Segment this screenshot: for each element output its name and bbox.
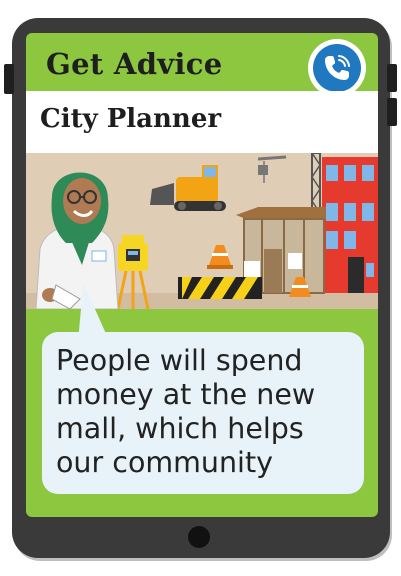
tablet-side-button (4, 64, 14, 94)
advice-text: People will spend money at the new mall,… (56, 344, 316, 479)
home-button[interactable] (188, 526, 210, 548)
speech-bubble: People will spend money at the new mall,… (42, 332, 364, 494)
tablet-volume-down-button (387, 98, 397, 126)
red-building-icon (322, 157, 378, 293)
call-button[interactable] (308, 39, 366, 97)
role-title-bar: City Planner (26, 91, 378, 153)
role-title: City Planner (40, 104, 222, 134)
phone-call-icon (313, 44, 361, 92)
tablet-screen: Get Advice City Planner People will spen… (26, 33, 378, 517)
barrier-icon (178, 277, 262, 299)
tablet-volume-up-button (387, 64, 397, 92)
bulldozer-icon (150, 165, 226, 211)
page-title: Get Advice (46, 47, 223, 81)
traffic-cone-icon (207, 245, 233, 269)
